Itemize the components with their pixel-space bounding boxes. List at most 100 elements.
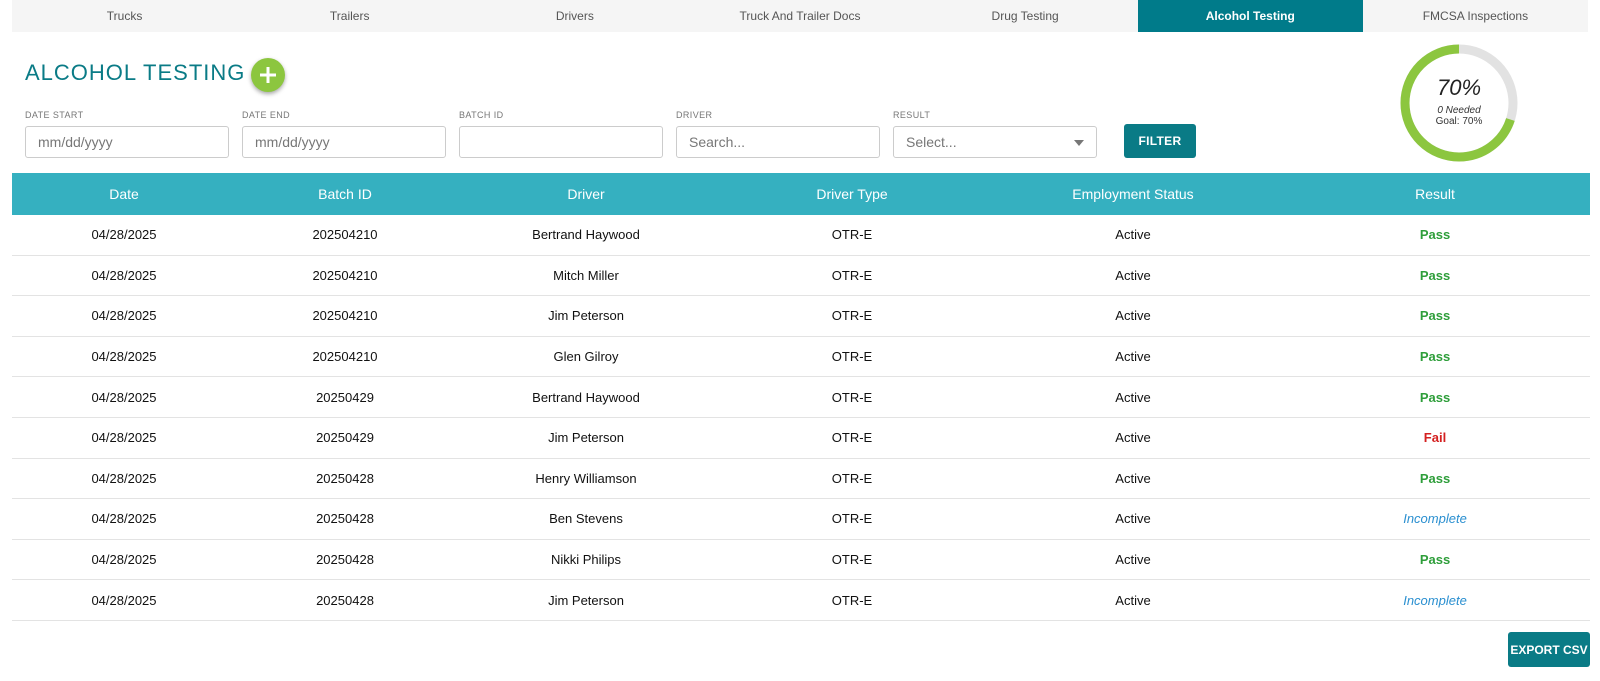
date-start-filter: DATE START (25, 110, 229, 158)
driver-type-cell: OTR-E (831, 511, 873, 527)
driver-type-cell: OTR-E (831, 349, 873, 365)
column-header-driver[interactable]: Driver (454, 173, 718, 215)
employment-status-cell: Active (1115, 227, 1151, 243)
batch-id-filter: BATCH ID (459, 110, 663, 158)
batch-id-cell: 20250428 (316, 511, 374, 527)
result-select-value: Select... (906, 134, 957, 150)
table-row[interactable]: 04/28/2025 20250428 Henry Williamson OTR-E A… (12, 459, 1590, 500)
tab-fmcsa-inspections[interactable]: FMCSA Inspections (1363, 0, 1588, 32)
driver-type-cell: OTR-E (831, 470, 873, 486)
employment-status-cell: Active (1115, 389, 1151, 405)
batch-id-cell: 202504210 (312, 349, 378, 365)
tab-trucks[interactable]: Trucks (12, 0, 237, 32)
driver-cell: Bertrand Haywood (532, 389, 640, 405)
date-cell: 04/28/2025 (91, 592, 157, 608)
tab-drivers[interactable]: Drivers (462, 0, 687, 32)
employment-status-cell: Active (1115, 267, 1151, 283)
gauge-text: 70% 0 Needed Goal: 70% (1398, 42, 1520, 164)
driver-cell: Jim Peterson (548, 430, 624, 446)
tab-truck-and-trailer-docs[interactable]: Truck And Trailer Docs (687, 0, 912, 32)
batch-id-label: BATCH ID (459, 110, 504, 120)
table-body: 04/28/2025 202504210 Bertrand Haywood OTR-E… (12, 215, 1590, 621)
add-test-button[interactable] (251, 58, 285, 92)
result-select[interactable]: Select... (893, 126, 1097, 158)
column-header-employment-status[interactable]: Employment Status (986, 173, 1280, 215)
driver-type-cell: OTR-E (831, 592, 873, 608)
result-cell: Fail (1423, 430, 1447, 446)
result-label: RESULT (893, 110, 931, 120)
batch-id-cell: 202504210 (312, 267, 378, 283)
gauge-goal: Goal: 70% (1435, 116, 1483, 127)
date-end-input[interactable] (242, 126, 446, 158)
filter-button[interactable]: FILTER (1124, 124, 1196, 158)
column-header-date[interactable]: Date (12, 173, 236, 215)
driver-cell: Glen Gilroy (553, 349, 619, 365)
table-row[interactable]: 04/28/2025 20250429 Jim Peterson OTR-E Activ… (12, 418, 1590, 459)
date-cell: 04/28/2025 (91, 308, 157, 324)
date-cell: 04/28/2025 (91, 511, 157, 527)
compliance-gauge: 70% 0 Needed Goal: 70% (1398, 42, 1520, 164)
result-cell: Pass (1419, 308, 1451, 324)
result-cell: Pass (1419, 349, 1451, 365)
date-cell: 04/28/2025 (91, 430, 157, 446)
table-header: Date Batch ID Driver Driver Type Employm… (12, 173, 1590, 215)
batch-id-input[interactable] (459, 126, 663, 158)
result-cell: Pass (1419, 227, 1451, 243)
driver-cell: Henry Williamson (535, 470, 637, 486)
driver-cell: Mitch Miller (553, 267, 619, 283)
date-start-input[interactable] (25, 126, 229, 158)
driver-type-cell: OTR-E (831, 308, 873, 324)
batch-id-cell: 202504210 (312, 227, 378, 243)
tab-alcohol-testing[interactable]: Alcohol Testing (1137, 0, 1363, 32)
table-row[interactable]: 04/28/2025 202504210 Bertrand Haywood OTR-E… (12, 215, 1590, 256)
driver-label: DRIVER (676, 110, 713, 120)
batch-id-cell: 20250429 (316, 389, 374, 405)
driver-type-cell: OTR-E (831, 389, 873, 405)
table-row[interactable]: 04/28/2025 202504210 Glen Gilroy OTR-E Activ… (12, 337, 1590, 378)
table-row[interactable]: 04/28/2025 20250429 Bertrand Haywood OTR-E A… (12, 377, 1590, 418)
driver-cell: Jim Peterson (548, 308, 624, 324)
date-start-label: DATE START (25, 110, 84, 120)
gauge-percent: 70% (1436, 75, 1482, 100)
tab-trailers[interactable]: Trailers (237, 0, 462, 32)
table-row[interactable]: 04/28/2025 20250428 Jim Peterson OTR-E Activ… (12, 580, 1590, 621)
result-cell: Pass (1419, 552, 1451, 568)
table-row[interactable]: 04/28/2025 20250428 Nikki Philips OTR-E Acti… (12, 540, 1590, 581)
column-header-batch-id[interactable]: Batch ID (236, 173, 454, 215)
table-row[interactable]: 04/28/2025 202504210 Jim Peterson OTR-E Acti… (12, 296, 1590, 337)
driver-cell: Jim Peterson (548, 592, 624, 608)
page-title: ALCOHOL TESTING (25, 60, 246, 85)
tab-bar: Trucks Trailers Drivers Truck And Traile… (12, 0, 1588, 32)
employment-status-cell: Active (1115, 470, 1151, 486)
date-end-label: DATE END (242, 110, 291, 120)
result-cell: Incomplete (1403, 592, 1467, 608)
date-cell: 04/28/2025 (91, 227, 157, 243)
employment-status-cell: Active (1115, 511, 1151, 527)
date-cell: 04/28/2025 (91, 349, 157, 365)
driver-type-cell: OTR-E (831, 227, 873, 243)
driver-cell: Nikki Philips (550, 552, 622, 568)
driver-cell: Ben Stevens (549, 511, 623, 527)
employment-status-cell: Active (1115, 592, 1151, 608)
batch-id-cell: 20250428 (316, 470, 374, 486)
driver-search-input[interactable] (676, 126, 880, 158)
driver-type-cell: OTR-E (831, 267, 873, 283)
driver-type-cell: OTR-E (831, 430, 873, 446)
date-cell: 04/28/2025 (91, 470, 157, 486)
tab-drug-testing[interactable]: Drug Testing (913, 0, 1138, 32)
date-cell: 04/28/2025 (91, 552, 157, 568)
result-cell: Pass (1419, 470, 1451, 486)
employment-status-cell: Active (1115, 552, 1151, 568)
export-csv-button[interactable]: EXPORT CSV (1508, 632, 1590, 667)
table-row[interactable]: 04/28/2025 202504210 Mitch Miller OTR-E Acti… (12, 256, 1590, 297)
plus-icon (260, 67, 276, 83)
column-header-driver-type[interactable]: Driver Type (718, 173, 986, 215)
column-header-result[interactable]: Result (1280, 173, 1590, 215)
batch-id-cell: 20250428 (316, 552, 374, 568)
result-filter: RESULT Select... (893, 110, 1097, 158)
table-row[interactable]: 04/28/2025 20250428 Ben Stevens OTR-E Active… (12, 499, 1590, 540)
gauge-needed: 0 Needed (1437, 105, 1481, 116)
result-cell: Incomplete (1403, 511, 1467, 527)
driver-type-cell: OTR-E (831, 552, 873, 568)
driver-cell: Bertrand Haywood (532, 227, 640, 243)
